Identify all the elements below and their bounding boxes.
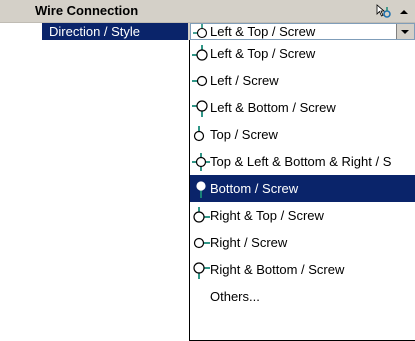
option-others[interactable]: Others... (190, 283, 415, 310)
combobox-value: Left & Top / Screw (210, 24, 316, 39)
category-title: Wire Connection (35, 3, 139, 18)
wire-right-top-icon (192, 207, 210, 225)
option-right[interactable]: Right / Screw (190, 229, 415, 256)
option-label: Right & Top / Screw (210, 208, 324, 223)
option-top[interactable]: Top / Screw (190, 121, 415, 148)
option-label: Others... (210, 289, 260, 304)
direction-style-combobox[interactable]: Left & Top / Screw (190, 23, 415, 40)
wire-all-icon (192, 153, 210, 171)
wire-bottom-icon (192, 180, 210, 198)
wire-top-icon (192, 126, 210, 144)
wire-left-top-icon (192, 45, 210, 63)
option-all-sides[interactable]: Top & Left & Bottom & Right / S (190, 148, 415, 175)
option-label: Left & Bottom / Screw (210, 100, 336, 115)
option-left[interactable]: Left / Screw (190, 67, 415, 94)
wire-left-icon (192, 72, 210, 90)
option-right-top[interactable]: Right & Top / Screw (190, 202, 415, 229)
option-right-bottom[interactable]: Right & Bottom / Screw (190, 256, 415, 283)
option-label: Left & Top / Screw (210, 46, 316, 61)
option-label: Right & Bottom / Screw (210, 262, 345, 277)
option-left-top[interactable]: Left & Top / Screw (190, 40, 415, 67)
option-label: Right / Screw (210, 235, 288, 250)
wire-left-bottom-icon (192, 99, 210, 117)
direction-style-dropdown: Left & Top / Screw Left / Screw Left & B… (189, 40, 415, 341)
property-row-direction-style: Direction / Style Left & Top / Screw (0, 23, 415, 40)
property-label[interactable]: Direction / Style (42, 23, 188, 40)
option-label: Bottom / Screw (210, 181, 299, 196)
option-label: Top / Screw (210, 127, 278, 142)
collapse-up-icon[interactable] (399, 5, 409, 15)
option-left-bottom[interactable]: Left & Bottom / Screw (190, 94, 415, 121)
property-edit-icon[interactable] (375, 3, 391, 19)
option-bottom[interactable]: Bottom / Screw (190, 175, 415, 202)
row-margin (0, 23, 42, 40)
option-label: Top & Left & Bottom & Right / S (210, 154, 392, 169)
wire-right-icon (192, 234, 210, 252)
dropdown-button[interactable] (396, 24, 414, 39)
wire-right-bottom-icon (192, 261, 210, 279)
wire-left-top-icon (193, 24, 209, 40)
category-header: Wire Connection (0, 0, 415, 23)
option-label: Left / Screw (210, 73, 279, 88)
